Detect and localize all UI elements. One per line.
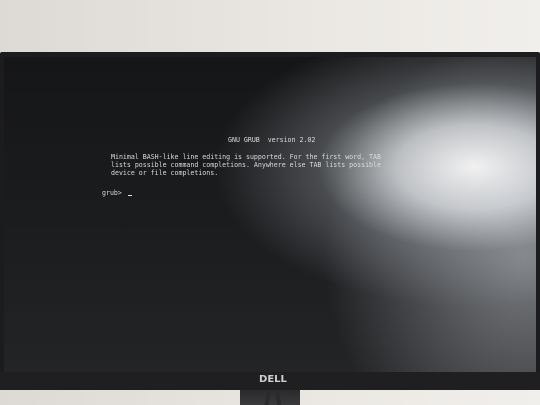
grub-version-title: GNU GRUB version 2.02 xyxy=(228,136,316,144)
prompt-label: grub> xyxy=(102,189,126,197)
brand-logo: DELL xyxy=(259,374,287,385)
command-prompt[interactable]: grub> xyxy=(102,189,132,197)
help-text-line-2: lists possible command completions. Anyw… xyxy=(111,161,381,169)
grub-console[interactable]: GNU GRUB version 2.02 Minimal BASH-like … xyxy=(4,57,536,372)
text-cursor xyxy=(127,194,132,196)
monitor: GNU GRUB version 2.02 Minimal BASH-like … xyxy=(0,52,540,390)
help-text-line-1: Minimal BASH-like line editing is suppor… xyxy=(111,153,381,161)
help-text-line-3: device or file completions. xyxy=(111,169,219,177)
monitor-screen: GNU GRUB version 2.02 Minimal BASH-like … xyxy=(4,57,536,372)
